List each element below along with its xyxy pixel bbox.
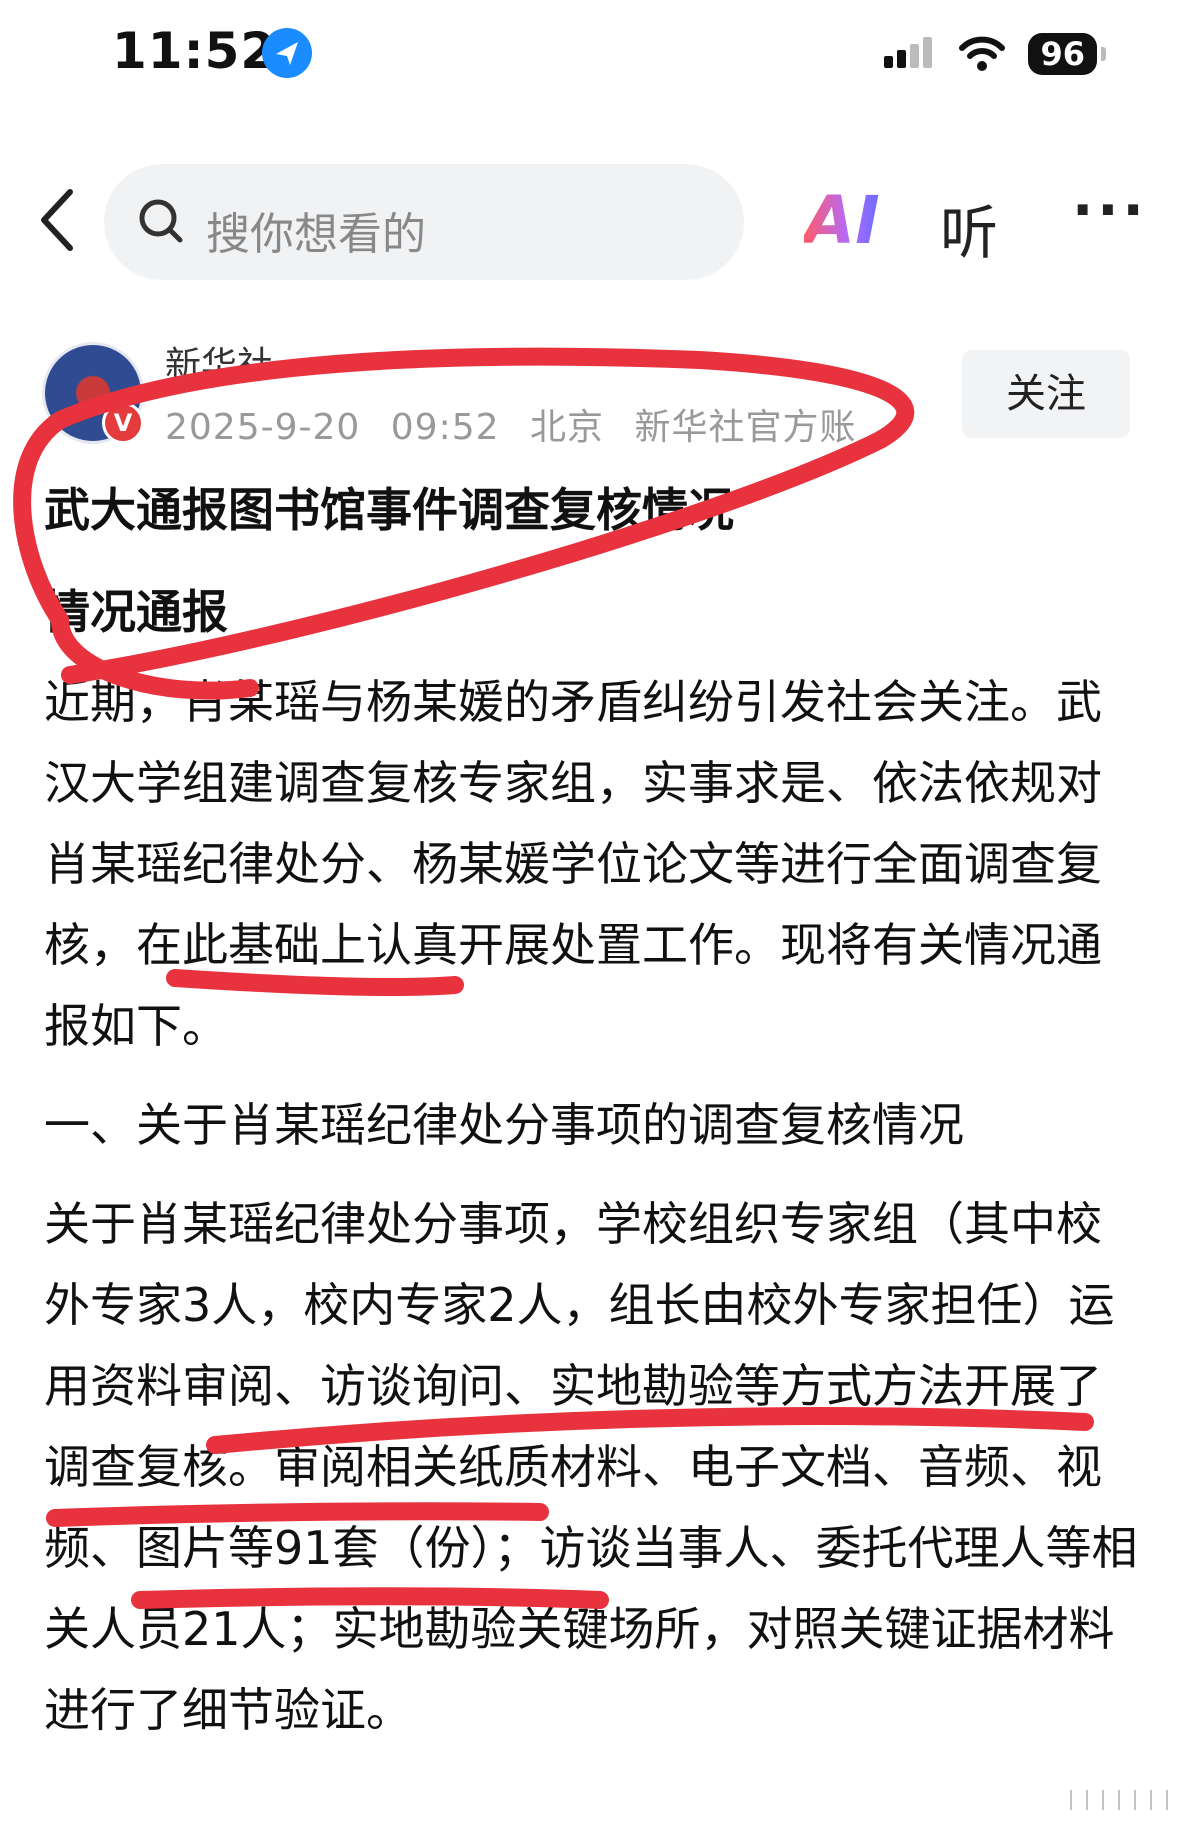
article-title: 武大通报图书馆事件调查复核情况: [44, 483, 734, 537]
battery-icon: 96: [1028, 33, 1106, 75]
article-subtitle: 情况通报: [44, 585, 228, 639]
author-row: V 新华社 2025-9-20 09:52 北京 新华社官方账 关注: [0, 330, 1189, 450]
nav-bar: 搜你想看的 AI 听 ···: [0, 160, 1189, 285]
wifi-icon: [959, 36, 1006, 71]
post-time: 09:52: [390, 407, 500, 448]
search-input[interactable]: 搜你想看的: [104, 164, 744, 280]
back-button[interactable]: [28, 180, 88, 260]
verified-icon: V: [102, 402, 144, 444]
status-icons: 96: [884, 32, 1106, 76]
account-label: 新华社官方账: [634, 407, 857, 448]
cellular-signal-icon: [884, 37, 933, 68]
search-icon: [139, 199, 183, 243]
post-location: 北京: [529, 407, 604, 448]
article-paragraph: 关于肖某瑶纪律处分事项，学校组织专家组（其中校外专家3人，校内专家2人，组长由校…: [44, 1197, 1138, 1737]
listen-button[interactable]: 听: [940, 186, 998, 270]
ai-button[interactable]: AI: [804, 182, 880, 259]
status-time: 11:52: [112, 22, 277, 80]
article-paragraph: 近期，肖某瑶与杨某媛的矛盾纠纷引发社会关注。武汉大学组建调查复核专家组，实事求是…: [44, 675, 1102, 1053]
more-button[interactable]: ···: [1072, 178, 1148, 243]
section-heading: 一、关于肖某瑶纪律处分事项的调查复核情况: [44, 1098, 964, 1152]
post-meta: 2025-9-20 09:52 北京 新华社官方账: [165, 398, 874, 450]
author-name[interactable]: 新华社: [165, 336, 273, 388]
search-placeholder: 搜你想看的: [206, 209, 426, 260]
follow-button[interactable]: 关注: [962, 350, 1130, 438]
chevron-left-icon: [41, 189, 73, 251]
article-body: 武大通报图书馆事件调查复核情况 情况通报 近期，肖某瑶与杨某媛的矛盾纠纷引发社会…: [44, 478, 1144, 1751]
home-indicator: [1070, 1790, 1168, 1810]
post-date: 2025-9-20: [165, 407, 361, 448]
status-bar: 11:52 96: [0, 0, 1189, 110]
location-arrow-icon: [262, 28, 312, 78]
